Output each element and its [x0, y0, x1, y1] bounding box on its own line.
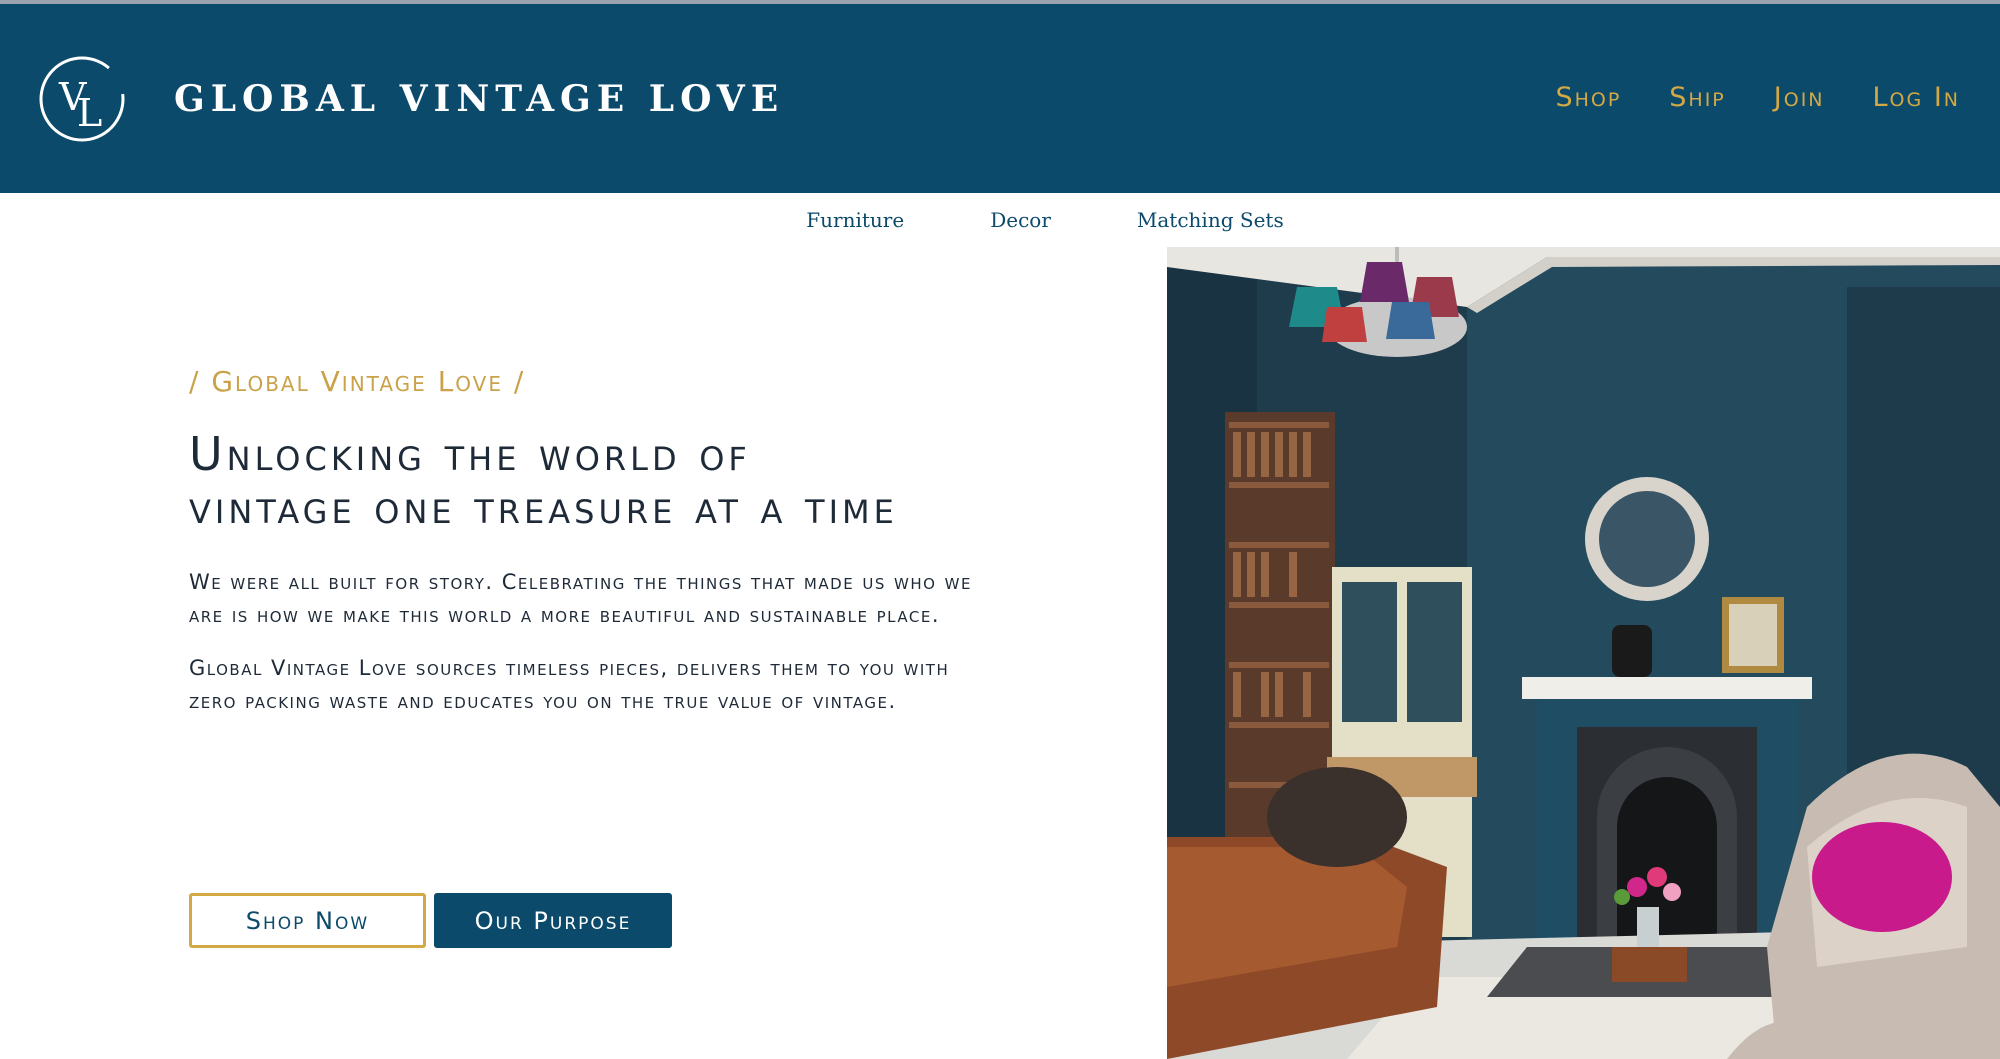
hero-buttons: Shop Now Our Purpose [189, 893, 672, 948]
category-decor[interactable]: Decor [990, 208, 1051, 232]
hero-headline: Unlocking the world of vintage one treas… [189, 427, 898, 534]
brand-name[interactable]: GLOBAL VINTAGE LOVE [174, 78, 784, 120]
vl-logo-icon[interactable]: V L [37, 54, 127, 144]
nav-join[interactable]: Join [1774, 82, 1825, 113]
hero-paragraph-1: We were all built for story. Celebrating… [189, 570, 972, 627]
our-purpose-button[interactable]: Our Purpose [434, 893, 672, 948]
hero-room-image [1167, 247, 2000, 1059]
top-nav: Shop Ship Join Log In [1555, 82, 1960, 113]
category-nav: Furniture Decor Matching Sets [0, 193, 2000, 247]
nav-ship[interactable]: Ship [1669, 82, 1726, 113]
hero-paragraph-2: Global Vintage Love sources timeless pie… [189, 656, 950, 713]
shop-now-button[interactable]: Shop Now [189, 893, 426, 948]
hero-eyebrow: / Global Vintage Love / [189, 365, 526, 398]
category-matching-sets[interactable]: Matching Sets [1137, 208, 1284, 232]
nav-shop[interactable]: Shop [1555, 82, 1621, 113]
category-furniture[interactable]: Furniture [806, 208, 904, 232]
hero-text: / Global Vintage Love / Unlocking the wo… [189, 365, 989, 718]
site-header: V L GLOBAL VINTAGE LOVE Shop Ship Join L… [0, 4, 2000, 193]
svg-text:L: L [77, 91, 102, 135]
nav-log-in[interactable]: Log In [1873, 82, 1960, 113]
